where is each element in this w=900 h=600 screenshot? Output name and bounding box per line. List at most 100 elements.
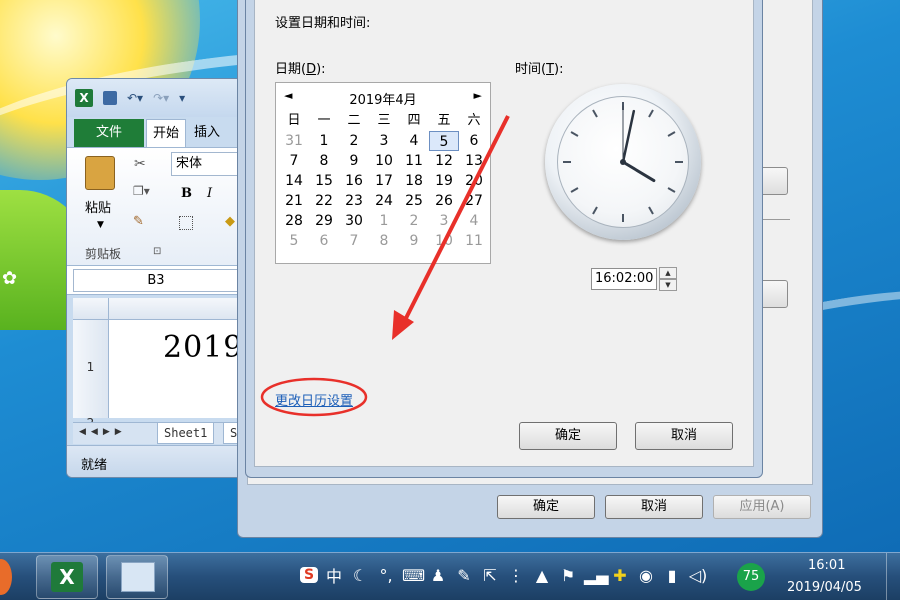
volume-icon[interactable]: ◁) — [688, 566, 708, 585]
calendar-day[interactable]: 24 — [369, 191, 399, 211]
calendar-day[interactable]: 12 — [429, 151, 459, 171]
copy-icon[interactable]: ❐▾ — [133, 184, 150, 198]
spin-down-icon[interactable]: ▼ — [659, 279, 677, 291]
punctuation-icon[interactable]: °, — [376, 566, 396, 585]
cell-value[interactable]: 2019 — [163, 330, 243, 365]
calendar-day[interactable]: 7 — [339, 231, 369, 251]
calendar-day[interactable]: 19 — [429, 171, 459, 191]
plus-icon[interactable]: ✚ — [610, 566, 630, 585]
sheet-tab[interactable]: Sheet1 — [157, 423, 215, 444]
row-header-1[interactable]: 1 — [73, 320, 109, 378]
taskbar-excel-button[interactable]: X — [36, 555, 98, 599]
redo-icon[interactable]: ↷▾ — [153, 91, 169, 105]
moon-icon[interactable]: ☾ — [350, 566, 370, 585]
calendar-day[interactable]: 2 — [339, 131, 369, 151]
calendar-day[interactable]: 9 — [399, 231, 429, 251]
ime-mode-chinese[interactable]: 中 — [324, 563, 344, 587]
signal-icon[interactable]: ▂▄ — [584, 566, 609, 585]
share-icon[interactable]: ⇱ — [480, 566, 500, 585]
calendar-day[interactable]: 14 — [279, 171, 309, 191]
customize-toolbar-icon[interactable]: ▾ — [179, 91, 185, 105]
calendar-day[interactable]: 3 — [429, 211, 459, 231]
calendar-day[interactable]: 26 — [429, 191, 459, 211]
calendar-day[interactable]: 29 — [309, 211, 339, 231]
tab-insert[interactable]: 插入 — [188, 119, 226, 147]
sogou-ime-icon[interactable]: S — [300, 567, 318, 583]
calendar-day[interactable]: 30 — [339, 211, 369, 231]
calendar-day[interactable]: 8 — [369, 231, 399, 251]
taskbar-time[interactable]: 16:01 — [808, 558, 845, 573]
calendar-day[interactable]: 2 — [399, 211, 429, 231]
calendar-day[interactable]: 21 — [279, 191, 309, 211]
calendar-day[interactable]: 6 — [459, 131, 489, 151]
format-painter-icon[interactable]: ✎ — [133, 214, 144, 229]
undo-icon[interactable]: ↶▾ — [127, 91, 143, 105]
bold-button[interactable]: B — [181, 186, 192, 201]
calendar-day[interactable]: 13 — [459, 151, 489, 171]
calendar-day[interactable]: 18 — [399, 171, 429, 191]
calendar-day[interactable]: 17 — [369, 171, 399, 191]
calendar[interactable]: ◄ 2019年4月 ► 日一二三四五六 31 1 2 3 4 5 6 7 8 9 10 11 12 13 14… — [275, 82, 491, 264]
calendar-day[interactable]: 11 — [459, 231, 489, 251]
calendar-day[interactable]: 4 — [459, 211, 489, 231]
calendar-day[interactable]: 9 — [339, 151, 369, 171]
spin-up-icon[interactable]: ▲ — [659, 267, 677, 279]
user-icon[interactable]: ♟ — [428, 566, 448, 585]
start-button-partial[interactable] — [0, 559, 12, 595]
calendar-day[interactable]: 15 — [309, 171, 339, 191]
row-header-2[interactable]: 2 — [73, 378, 109, 430]
qq-icon[interactable]: ◉ — [636, 566, 656, 585]
calendar-day[interactable]: 8 — [309, 151, 339, 171]
cancel-button[interactable]: 取消 — [605, 495, 703, 519]
border-icon[interactable] — [179, 216, 193, 230]
change-calendar-settings-link[interactable]: 更改日历设置 — [275, 390, 353, 409]
sheet-nav-icon[interactable]: ◀◀▶▶ — [79, 427, 127, 437]
calendar-day[interactable]: 10 — [369, 151, 399, 171]
ok-button[interactable]: 确定 — [497, 495, 595, 519]
calendar-day[interactable]: 16 — [339, 171, 369, 191]
calendar-day[interactable]: 10 — [429, 231, 459, 251]
tab-file[interactable]: 文件 — [74, 119, 144, 147]
show-desktop-button[interactable] — [886, 553, 900, 600]
excel-window[interactable]: X ↶▾ ↷▾ ▾ 文件 开始 插入 粘贴 ▼ ✂ ❐▾ ✎ 宋体 B I ◆ … — [66, 78, 256, 478]
ok-button[interactable]: 确定 — [519, 422, 617, 450]
calendar-day[interactable]: 11 — [399, 151, 429, 171]
calendar-day[interactable]: 31 — [279, 131, 309, 151]
calendar-day[interactable]: 23 — [339, 191, 369, 211]
chevron-down-icon[interactable]: ▼ — [97, 220, 104, 230]
calendar-day[interactable]: 4 — [399, 131, 429, 151]
battery-icon[interactable]: ▮ — [662, 566, 682, 585]
fill-color-icon[interactable]: ◆ — [225, 214, 235, 229]
calendar-day[interactable]: 3 — [369, 131, 399, 151]
arrow-up-icon[interactable]: ▲ — [532, 566, 552, 585]
apply-button[interactable]: 应用(A) — [713, 495, 811, 519]
paste-button[interactable]: 粘贴 — [85, 197, 111, 216]
calendar-month-title[interactable]: 2019年4月 — [276, 89, 490, 108]
calendar-day[interactable]: 22 — [309, 191, 339, 211]
cut-icon[interactable]: ✂ — [134, 156, 146, 172]
worksheet-grid[interactable]: 1 2 2019 — [73, 298, 255, 430]
calendar-day[interactable]: 6 — [309, 231, 339, 251]
save-icon[interactable] — [103, 91, 117, 105]
calendar-day[interactable]: 20 — [459, 171, 489, 191]
name-box[interactable]: B3 — [73, 269, 239, 292]
bell-icon[interactable]: ⚑ — [558, 566, 578, 585]
security-badge[interactable]: 75 — [737, 563, 765, 591]
time-input[interactable]: 16:02:00 — [591, 268, 657, 290]
next-month-icon[interactable]: ► — [474, 89, 482, 102]
calendar-day[interactable]: 5 — [429, 131, 459, 151]
calendar-day[interactable]: 1 — [369, 211, 399, 231]
select-all-corner[interactable] — [73, 298, 109, 320]
dialog-launcher-icon[interactable]: ⊡ — [153, 246, 161, 257]
paste-icon[interactable] — [85, 156, 115, 190]
taskbar-datetime-button[interactable] — [106, 555, 168, 599]
calendar-day[interactable]: 7 — [279, 151, 309, 171]
calendar-day[interactable]: 5 — [279, 231, 309, 251]
calendar-day[interactable]: 28 — [279, 211, 309, 231]
time-spinner[interactable]: ▲ ▼ — [659, 267, 677, 291]
tab-home[interactable]: 开始 — [146, 119, 187, 147]
taskbar-date[interactable]: 2019/04/05 — [787, 580, 862, 595]
cancel-button[interactable]: 取消 — [635, 422, 733, 450]
keyboard-icon[interactable]: ⌨ — [402, 566, 425, 585]
calendar-day[interactable]: 1 — [309, 131, 339, 151]
